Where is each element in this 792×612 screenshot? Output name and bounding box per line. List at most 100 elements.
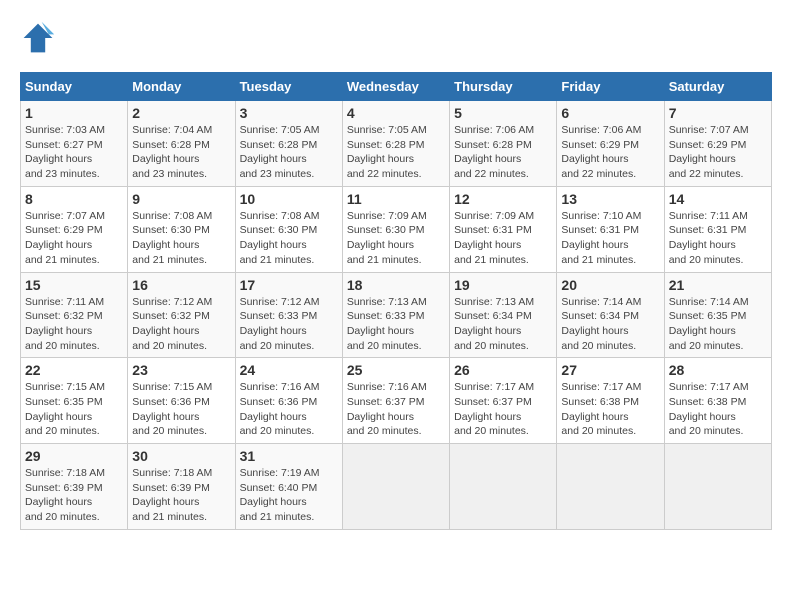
day-detail: Sunrise: 7:05 AM Sunset: 6:28 PM Dayligh… (240, 123, 338, 182)
day-number: 19 (454, 277, 552, 293)
calendar-cell: 21 Sunrise: 7:14 AM Sunset: 6:35 PM Dayl… (664, 272, 771, 358)
calendar-cell: 24 Sunrise: 7:16 AM Sunset: 6:36 PM Dayl… (235, 358, 342, 444)
day-number: 22 (25, 362, 123, 378)
calendar-cell (664, 444, 771, 530)
day-detail: Sunrise: 7:12 AM Sunset: 6:33 PM Dayligh… (240, 295, 338, 354)
day-number: 27 (561, 362, 659, 378)
calendar-cell: 26 Sunrise: 7:17 AM Sunset: 6:37 PM Dayl… (450, 358, 557, 444)
day-number: 25 (347, 362, 445, 378)
calendar-cell: 12 Sunrise: 7:09 AM Sunset: 6:31 PM Dayl… (450, 186, 557, 272)
day-number: 30 (132, 448, 230, 464)
calendar-cell: 20 Sunrise: 7:14 AM Sunset: 6:34 PM Dayl… (557, 272, 664, 358)
calendar-cell (450, 444, 557, 530)
day-number: 17 (240, 277, 338, 293)
calendar-cell: 31 Sunrise: 7:19 AM Sunset: 6:40 PM Dayl… (235, 444, 342, 530)
calendar-cell: 5 Sunrise: 7:06 AM Sunset: 6:28 PM Dayli… (450, 101, 557, 187)
calendar-cell: 4 Sunrise: 7:05 AM Sunset: 6:28 PM Dayli… (342, 101, 449, 187)
calendar-header-row: SundayMondayTuesdayWednesdayThursdayFrid… (21, 73, 772, 101)
calendar-cell: 2 Sunrise: 7:04 AM Sunset: 6:28 PM Dayli… (128, 101, 235, 187)
day-detail: Sunrise: 7:03 AM Sunset: 6:27 PM Dayligh… (25, 123, 123, 182)
day-number: 29 (25, 448, 123, 464)
day-detail: Sunrise: 7:14 AM Sunset: 6:35 PM Dayligh… (669, 295, 767, 354)
calendar-cell: 3 Sunrise: 7:05 AM Sunset: 6:28 PM Dayli… (235, 101, 342, 187)
day-number: 4 (347, 105, 445, 121)
day-of-week-header: Friday (557, 73, 664, 101)
calendar-week-row: 1 Sunrise: 7:03 AM Sunset: 6:27 PM Dayli… (21, 101, 772, 187)
day-of-week-header: Thursday (450, 73, 557, 101)
calendar-cell: 6 Sunrise: 7:06 AM Sunset: 6:29 PM Dayli… (557, 101, 664, 187)
calendar-cell: 27 Sunrise: 7:17 AM Sunset: 6:38 PM Dayl… (557, 358, 664, 444)
day-detail: Sunrise: 7:18 AM Sunset: 6:39 PM Dayligh… (25, 466, 123, 525)
day-number: 16 (132, 277, 230, 293)
calendar-table: SundayMondayTuesdayWednesdayThursdayFrid… (20, 72, 772, 530)
calendar-cell (557, 444, 664, 530)
calendar-cell: 28 Sunrise: 7:17 AM Sunset: 6:38 PM Dayl… (664, 358, 771, 444)
day-number: 15 (25, 277, 123, 293)
day-of-week-header: Sunday (21, 73, 128, 101)
day-number: 3 (240, 105, 338, 121)
calendar-cell: 7 Sunrise: 7:07 AM Sunset: 6:29 PM Dayli… (664, 101, 771, 187)
day-detail: Sunrise: 7:16 AM Sunset: 6:37 PM Dayligh… (347, 380, 445, 439)
day-detail: Sunrise: 7:16 AM Sunset: 6:36 PM Dayligh… (240, 380, 338, 439)
day-detail: Sunrise: 7:04 AM Sunset: 6:28 PM Dayligh… (132, 123, 230, 182)
calendar-cell: 25 Sunrise: 7:16 AM Sunset: 6:37 PM Dayl… (342, 358, 449, 444)
day-detail: Sunrise: 7:19 AM Sunset: 6:40 PM Dayligh… (240, 466, 338, 525)
day-number: 9 (132, 191, 230, 207)
calendar-week-row: 15 Sunrise: 7:11 AM Sunset: 6:32 PM Dayl… (21, 272, 772, 358)
day-number: 14 (669, 191, 767, 207)
calendar-cell: 13 Sunrise: 7:10 AM Sunset: 6:31 PM Dayl… (557, 186, 664, 272)
day-number: 23 (132, 362, 230, 378)
calendar-week-row: 29 Sunrise: 7:18 AM Sunset: 6:39 PM Dayl… (21, 444, 772, 530)
day-detail: Sunrise: 7:08 AM Sunset: 6:30 PM Dayligh… (240, 209, 338, 268)
day-number: 31 (240, 448, 338, 464)
day-detail: Sunrise: 7:07 AM Sunset: 6:29 PM Dayligh… (25, 209, 123, 268)
calendar-week-row: 8 Sunrise: 7:07 AM Sunset: 6:29 PM Dayli… (21, 186, 772, 272)
calendar-cell: 16 Sunrise: 7:12 AM Sunset: 6:32 PM Dayl… (128, 272, 235, 358)
calendar-cell: 14 Sunrise: 7:11 AM Sunset: 6:31 PM Dayl… (664, 186, 771, 272)
day-detail: Sunrise: 7:09 AM Sunset: 6:31 PM Dayligh… (454, 209, 552, 268)
day-detail: Sunrise: 7:12 AM Sunset: 6:32 PM Dayligh… (132, 295, 230, 354)
day-number: 24 (240, 362, 338, 378)
calendar-week-row: 22 Sunrise: 7:15 AM Sunset: 6:35 PM Dayl… (21, 358, 772, 444)
calendar-cell (342, 444, 449, 530)
day-of-week-header: Wednesday (342, 73, 449, 101)
day-detail: Sunrise: 7:06 AM Sunset: 6:29 PM Dayligh… (561, 123, 659, 182)
calendar-cell: 17 Sunrise: 7:12 AM Sunset: 6:33 PM Dayl… (235, 272, 342, 358)
day-number: 20 (561, 277, 659, 293)
page-header (20, 20, 772, 56)
calendar-cell: 30 Sunrise: 7:18 AM Sunset: 6:39 PM Dayl… (128, 444, 235, 530)
day-of-week-header: Monday (128, 73, 235, 101)
calendar-cell: 23 Sunrise: 7:15 AM Sunset: 6:36 PM Dayl… (128, 358, 235, 444)
day-detail: Sunrise: 7:14 AM Sunset: 6:34 PM Dayligh… (561, 295, 659, 354)
day-number: 7 (669, 105, 767, 121)
day-number: 8 (25, 191, 123, 207)
day-number: 21 (669, 277, 767, 293)
calendar-cell: 9 Sunrise: 7:08 AM Sunset: 6:30 PM Dayli… (128, 186, 235, 272)
day-detail: Sunrise: 7:09 AM Sunset: 6:30 PM Dayligh… (347, 209, 445, 268)
day-number: 10 (240, 191, 338, 207)
logo-icon (20, 20, 56, 56)
day-detail: Sunrise: 7:18 AM Sunset: 6:39 PM Dayligh… (132, 466, 230, 525)
logo (20, 20, 60, 56)
day-detail: Sunrise: 7:10 AM Sunset: 6:31 PM Dayligh… (561, 209, 659, 268)
day-detail: Sunrise: 7:17 AM Sunset: 6:38 PM Dayligh… (561, 380, 659, 439)
day-detail: Sunrise: 7:06 AM Sunset: 6:28 PM Dayligh… (454, 123, 552, 182)
day-number: 5 (454, 105, 552, 121)
day-detail: Sunrise: 7:13 AM Sunset: 6:34 PM Dayligh… (454, 295, 552, 354)
day-number: 26 (454, 362, 552, 378)
day-of-week-header: Saturday (664, 73, 771, 101)
calendar-cell: 29 Sunrise: 7:18 AM Sunset: 6:39 PM Dayl… (21, 444, 128, 530)
day-number: 2 (132, 105, 230, 121)
day-number: 13 (561, 191, 659, 207)
day-number: 12 (454, 191, 552, 207)
calendar-cell: 11 Sunrise: 7:09 AM Sunset: 6:30 PM Dayl… (342, 186, 449, 272)
calendar-cell: 1 Sunrise: 7:03 AM Sunset: 6:27 PM Dayli… (21, 101, 128, 187)
day-of-week-header: Tuesday (235, 73, 342, 101)
calendar-cell: 15 Sunrise: 7:11 AM Sunset: 6:32 PM Dayl… (21, 272, 128, 358)
day-detail: Sunrise: 7:08 AM Sunset: 6:30 PM Dayligh… (132, 209, 230, 268)
calendar-cell: 18 Sunrise: 7:13 AM Sunset: 6:33 PM Dayl… (342, 272, 449, 358)
calendar-cell: 10 Sunrise: 7:08 AM Sunset: 6:30 PM Dayl… (235, 186, 342, 272)
day-detail: Sunrise: 7:17 AM Sunset: 6:37 PM Dayligh… (454, 380, 552, 439)
day-number: 1 (25, 105, 123, 121)
day-number: 28 (669, 362, 767, 378)
